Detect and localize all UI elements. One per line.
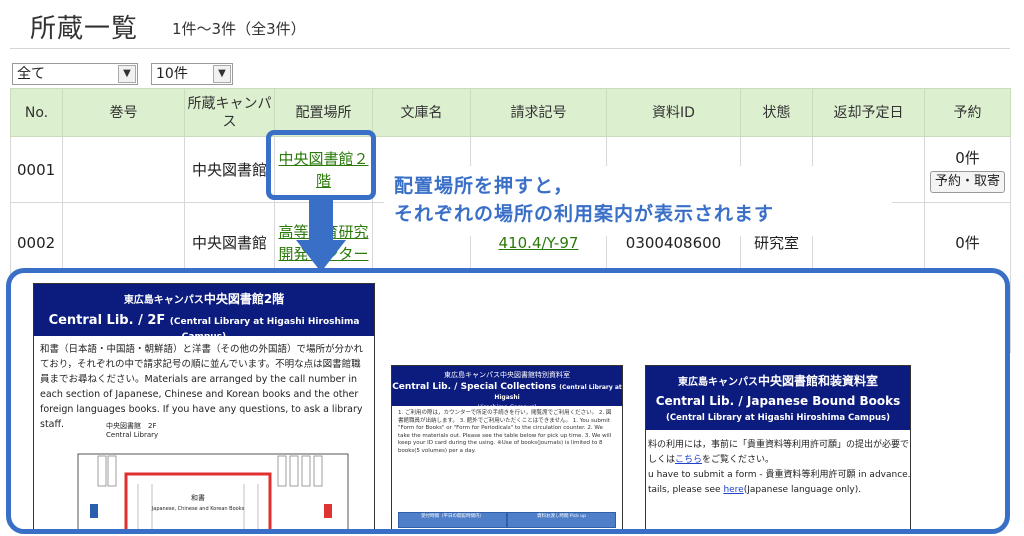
- per-page-select[interactable]: 10件 ▼: [151, 63, 233, 85]
- card-body: 1. ご利用の際は，カウンターで所定の手続きを行い，閲覧席でご利用ください。 2…: [398, 410, 612, 454]
- card-line-4: tails, please see here(Japanese language…: [648, 483, 908, 498]
- card-line-4a: tails, please see: [648, 485, 724, 495]
- card-place: 中央図書館和装資料室: [757, 374, 878, 388]
- details-link-en[interactable]: here: [723, 485, 743, 495]
- col-campus: 所蔵キャンパス: [184, 88, 275, 137]
- card-place: 中央図書館2階: [203, 292, 285, 306]
- row-no: 0001: [10, 136, 63, 203]
- card-body: 和書（日本語・中国語・朝鮮語）と洋書（その他の外国語）で場所が分かれており，それ…: [40, 344, 364, 430]
- card-en-title: Central Lib. / Special Collections: [392, 382, 557, 392]
- card-title-jp: 東広島キャンパス中央図書館和装資料室: [646, 372, 910, 389]
- callout-line-2: それぞれの場所の利用案内が表示されます: [394, 203, 775, 225]
- per-page-select-value: 10件: [156, 66, 188, 82]
- row-reserve: 0件 予約・取寄: [924, 136, 1011, 203]
- callout-line-1: 配置場所を押すと，: [394, 175, 574, 197]
- reserve-button[interactable]: 予約・取寄: [929, 170, 1005, 193]
- row-volume: [62, 136, 185, 203]
- filter-select[interactable]: 全て ▼: [12, 63, 138, 85]
- floor-map: 和書 Japanese, Chinese and Korean Books: [77, 453, 349, 529]
- reserve-count: 0件: [955, 148, 980, 167]
- row-campus: 中央図書館: [184, 136, 275, 203]
- holdings-page: 所蔵一覧 1件〜3件（全3件） 全て ▼ 10件 ▼ No. 巻号 所蔵キャンパ…: [0, 0, 1024, 536]
- footer-left: 受付時間（平日の開館時間内）: [398, 512, 507, 528]
- chevron-down-icon[interactable]: ▼: [118, 65, 136, 83]
- arrow-down-icon: [296, 200, 346, 272]
- card-header: 東広島キャンパス中央図書館2階 Central Lib. / 2F (Centr…: [34, 284, 374, 342]
- card-header: 東広島キャンパス中央図書館特別資料室 Central Lib. / Specia…: [392, 366, 622, 411]
- card-campus: 東広島キャンパス: [123, 295, 204, 306]
- card-line-2: しくはこちらをご覧ください。: [648, 453, 908, 468]
- card-line-2a: しくは: [648, 455, 676, 465]
- title-divider: [10, 48, 1010, 49]
- reserve-count: 0件: [955, 233, 980, 252]
- card-title-jp: 東広島キャンパス中央図書館2階: [34, 290, 374, 307]
- card-line-4b: (Japanese language only).: [743, 485, 862, 495]
- card-en-title: Central Lib. / 2F: [48, 313, 166, 328]
- location-guide-panel: 東広島キャンパス中央図書館2階 Central Lib. / 2F (Centr…: [6, 268, 1010, 534]
- card-line-1: 料の利用には，事前に「貴重資料等利用許可願」の提出が必要です: [648, 440, 911, 450]
- page-title: 所蔵一覧: [30, 14, 139, 44]
- col-no: No.: [10, 88, 63, 137]
- table-header-row: No. 巻号 所蔵キャンパス 配置場所 文庫名 請求記号 資料ID 状態 返却予…: [10, 88, 1011, 137]
- filter-select-value: 全て: [17, 66, 45, 82]
- result-count: 1件〜3件（全3件）: [172, 20, 306, 38]
- card-header: 東広島キャンパス中央図書館和装資料室 Central Lib. / Japane…: [646, 366, 910, 430]
- col-call-number: 請求記号: [470, 88, 607, 137]
- guide-card-2f: 東広島キャンパス中央図書館2階 Central Lib. / 2F (Centr…: [33, 283, 375, 529]
- card-line-2b: をご覧ください。: [702, 455, 775, 465]
- guide-card-japanese-bound-books: 東広島キャンパス中央図書館和装資料室 Central Lib. / Japane…: [645, 365, 911, 529]
- floor-label-jp: 中央図書館 2F: [106, 422, 157, 430]
- col-volume: 巻号: [62, 88, 185, 137]
- col-item-id: 資料ID: [606, 88, 741, 137]
- card-body: 料の利用には，事前に「貴重資料等利用許可願」の提出が必要です しくはこちらをご覧…: [646, 430, 910, 506]
- col-status: 状態: [740, 88, 813, 137]
- location-highlight: [266, 130, 376, 200]
- card-campus: 東広島キャンパス: [677, 377, 758, 388]
- col-collection: 文庫名: [372, 88, 471, 137]
- details-link-jp[interactable]: こちら: [675, 455, 702, 465]
- footer-right: 資料お渡し時間 Pick up: [507, 512, 616, 528]
- card-en-sub: (Central Library at Higashi Hiroshima Ca…: [666, 413, 890, 423]
- shelf-sub: Japanese, Chinese and Korean Books: [151, 506, 245, 512]
- card-line-3: u have to submit a form - 貴重資料等利用許可願 in …: [648, 470, 911, 480]
- card-title-en: Central Lib. / Special Collections (Cent…: [392, 382, 622, 402]
- guide-card-special-collections: 東広島キャンパス中央図書館特別資料室 Central Lib. / Specia…: [391, 365, 623, 529]
- callout-note: 配置場所を押すと， それぞれの場所の利用案内が表示されます: [384, 166, 892, 236]
- card-title-jp: 東広島キャンパス中央図書館特別資料室: [444, 371, 570, 379]
- call-number-link[interactable]: 410.4/Y-97: [499, 234, 579, 252]
- card-en-title: Central Lib. / Japanese Bound Books: [655, 394, 901, 408]
- shelf-label: 和書: [191, 493, 205, 502]
- col-due-date: 返却予定日: [812, 88, 925, 137]
- chevron-down-icon[interactable]: ▼: [213, 65, 231, 83]
- card-footer-table: 受付時間（平日の開館時間内） 資料お渡し時間 Pick up: [398, 512, 616, 528]
- col-reserve: 予約: [924, 88, 1011, 137]
